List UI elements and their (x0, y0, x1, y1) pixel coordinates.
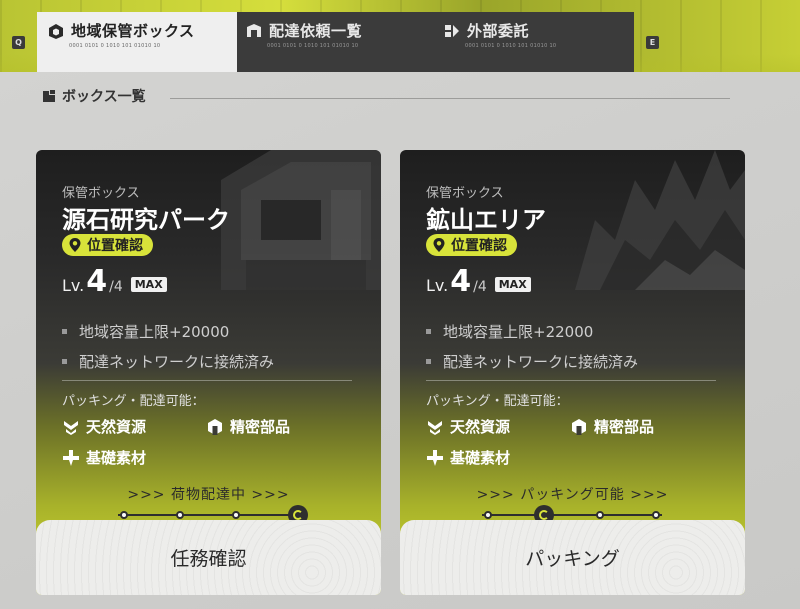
resource-label: 精密部品 (594, 418, 655, 436)
precision-part-icon (208, 418, 222, 435)
location-check-label: 位置確認 (451, 238, 507, 254)
card-kind: 保管ボックス (426, 186, 504, 201)
basic-material-icon (63, 449, 79, 466)
storage-card-source-stone-park[interactable]: 保管ボックス 源石研究パーク 位置確認 Lv. 4 /4 MAX 地域容量上限+… (36, 150, 381, 595)
packing-button[interactable]: パッキング (400, 520, 745, 595)
stat-list: 地域容量上限+22000 配達ネットワークに接続済み (426, 316, 638, 376)
resource-precision: 精密部品 (206, 416, 290, 437)
storage-card-mine-area[interactable]: 保管ボックス 鉱山エリア 位置確認 Lv. 4 /4 MAX 地域容量上限+22… (400, 150, 745, 595)
level-prefix: Lv. (62, 276, 85, 295)
outsource-icon (445, 24, 459, 37)
stat-capacity: 地域容量上限+22000 (426, 316, 638, 346)
progress-dot (232, 511, 240, 519)
resource-label: 基礎素材 (86, 449, 147, 467)
resource-label: 精密部品 (230, 418, 291, 436)
tab-delivery-list[interactable]: 配達依頼一覧 0001 0101 0 1010 101 01010 10 (237, 12, 437, 72)
section-title: ボックス一覧 (42, 86, 146, 106)
resource-label: 天然資源 (86, 418, 147, 436)
resource-natural: 天然資源 (62, 416, 146, 437)
list-icon (43, 90, 55, 102)
packing-label: パッキング・配達可能： (426, 394, 569, 409)
tab-bar: 地域保管ボックス 0001 0101 0 1010 101 01010 10 配… (37, 12, 634, 72)
stat-capacity: 地域容量上限+20000 (62, 316, 274, 346)
basic-material-icon (427, 449, 443, 466)
resource-label: 天然資源 (450, 418, 511, 436)
key-hint-q[interactable]: Q (12, 36, 25, 49)
stat-network: 配達ネットワークに接続済み (62, 346, 274, 376)
resource-basic: 基礎素材 (62, 447, 146, 468)
location-check-button[interactable]: 位置確認 (426, 234, 517, 256)
tab-sub: 0001 0101 0 1010 101 01010 10 (69, 43, 161, 49)
max-badge: MAX (130, 277, 167, 292)
natural-resource-icon (64, 420, 78, 435)
tab-sub: 0001 0101 0 1010 101 01010 10 (267, 43, 359, 49)
level-current: 4 (86, 264, 108, 299)
card-divider (426, 380, 716, 381)
level-max: /4 (473, 279, 487, 295)
packing-status: >>> パッキング可能 >>> (476, 487, 669, 503)
card-divider (62, 380, 352, 381)
resource-label: 基礎素材 (450, 449, 511, 467)
mine-artwork (575, 150, 745, 290)
level-prefix: Lv. (426, 276, 449, 295)
location-check-label: 位置確認 (87, 238, 143, 254)
location-pin-icon (433, 238, 445, 252)
resource-basic: 基礎素材 (426, 447, 510, 468)
progress-dot (596, 511, 604, 519)
card-name: 源石研究パーク (62, 206, 230, 234)
stat-list: 地域容量上限+20000 配達ネットワークに接続済み (62, 316, 274, 376)
location-check-button[interactable]: 位置確認 (62, 234, 153, 256)
delivery-icon (247, 23, 261, 37)
key-hint-e[interactable]: E (646, 36, 659, 49)
tab-outsourcing[interactable]: 外部委託 0001 0101 0 1010 101 01010 10 (437, 12, 634, 72)
location-pin-icon (69, 238, 81, 252)
progress-dot (652, 511, 660, 519)
progress-track (482, 514, 662, 516)
level-display: Lv. 4 /4 MAX (62, 264, 167, 299)
resource-natural: 天然資源 (426, 416, 510, 437)
tab-label: 外部委託 (467, 22, 530, 40)
progress-dot (120, 511, 128, 519)
resource-precision: 精密部品 (570, 416, 654, 437)
precision-part-icon (572, 418, 586, 435)
delivery-status: >>> 荷物配達中 >>> (127, 487, 290, 503)
stat-network: 配達ネットワークに接続済み (426, 346, 638, 376)
natural-resource-icon (428, 420, 442, 435)
tab-label: 配達依頼一覧 (269, 22, 363, 40)
task-confirm-button[interactable]: 任務確認 (36, 520, 381, 595)
progress-dot (484, 511, 492, 519)
tab-regional-storage-box[interactable]: 地域保管ボックス 0001 0101 0 1010 101 01010 10 (37, 12, 237, 72)
tab-sub: 0001 0101 0 1010 101 01010 10 (465, 43, 557, 49)
card-kind: 保管ボックス (62, 186, 140, 201)
max-badge: MAX (494, 277, 531, 292)
packing-label: パッキング・配達可能： (62, 394, 205, 409)
section-divider (170, 98, 730, 99)
progress-dot (176, 511, 184, 519)
section-title-text: ボックス一覧 (62, 89, 146, 105)
box-icon (49, 23, 63, 39)
card-name: 鉱山エリア (426, 206, 546, 234)
level-current: 4 (450, 264, 472, 299)
level-max: /4 (109, 279, 123, 295)
tab-label: 地域保管ボックス (71, 22, 195, 40)
level-display: Lv. 4 /4 MAX (426, 264, 531, 299)
progress-track (118, 514, 298, 516)
